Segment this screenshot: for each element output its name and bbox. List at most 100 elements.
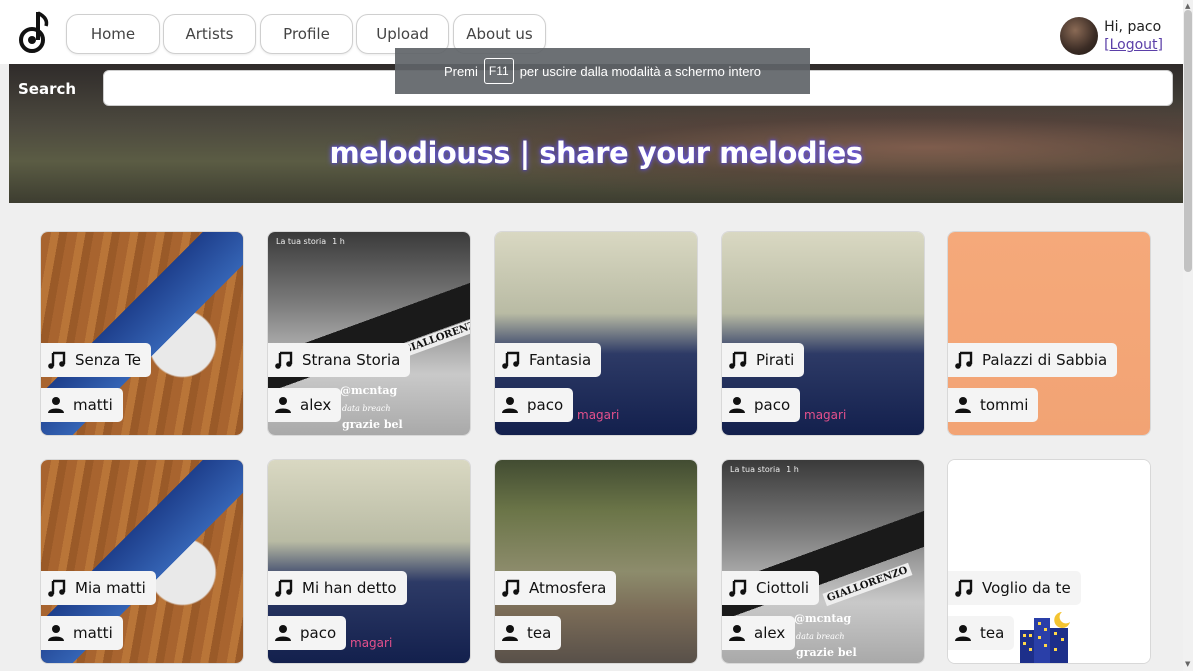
- music-note-icon: [48, 351, 66, 369]
- music-logo-icon[interactable]: [18, 10, 52, 54]
- story-line: data breach: [796, 632, 845, 641]
- person-icon: [275, 397, 291, 413]
- person-icon: [955, 625, 971, 641]
- song-title: Ciottoli: [756, 579, 810, 597]
- song-artist: tea: [527, 624, 552, 642]
- song-artist-chip[interactable]: matti: [41, 388, 123, 422]
- song-title-chip: Voglio da te: [948, 571, 1081, 605]
- music-note-icon: [955, 351, 973, 369]
- vertical-scrollbar[interactable]: ▲ ▼: [1183, 0, 1193, 671]
- person-icon: [502, 625, 518, 641]
- toast-key: F11: [483, 58, 514, 84]
- story-tag: @mcntag: [340, 384, 398, 397]
- song-card[interactable]: magari Pirati paco: [721, 231, 925, 436]
- toast-text-before: Premi: [443, 63, 478, 79]
- song-artist: paco: [300, 624, 337, 642]
- music-note-icon: [955, 579, 973, 597]
- song-artist: matti: [73, 624, 113, 642]
- hero-title: melodiouss | share your melodies: [329, 136, 863, 170]
- song-artist-chip[interactable]: tea: [495, 616, 562, 650]
- person-icon: [48, 397, 64, 413]
- person-icon: [275, 625, 291, 641]
- music-note-icon: [729, 351, 747, 369]
- song-card[interactable]: Palazzi di Sabbia tommi: [947, 231, 1151, 436]
- person-icon: [955, 397, 971, 413]
- page: Home Artists Profile Upload About us Hi,…: [0, 0, 1193, 671]
- song-title-chip: Atmosfera: [495, 571, 617, 605]
- user-greeting: Hi, paco: [1104, 19, 1162, 35]
- song-card[interactable]: La tua storia 1 h GIALLORENZO @mcntag da…: [721, 459, 925, 664]
- story-header: La tua storia 1 h: [722, 460, 924, 478]
- song-title-chip: Mi han detto: [268, 571, 407, 605]
- song-title: Atmosfera: [529, 579, 607, 597]
- song-artist-chip[interactable]: matti: [41, 616, 123, 650]
- song-artist: matti: [73, 396, 113, 414]
- story-caption: grazie bel: [796, 646, 857, 659]
- scroll-down-arrow-icon[interactable]: ▼: [1185, 660, 1190, 668]
- music-note-icon: [275, 579, 293, 597]
- nav-artists-button[interactable]: Artists: [163, 14, 256, 54]
- song-card[interactable]: magari Mi han detto paco: [267, 459, 471, 664]
- nav-profile-button[interactable]: Profile: [260, 14, 353, 54]
- scroll-thumb[interactable]: [1184, 10, 1192, 272]
- story-header-text: La tua storia: [276, 236, 327, 246]
- scroll-up-arrow-icon[interactable]: ▲: [1185, 2, 1190, 10]
- song-artist-chip[interactable]: tommi: [948, 388, 1039, 422]
- song-artist: tea: [980, 624, 1005, 642]
- music-note-icon: [729, 579, 747, 597]
- song-title: Mi han detto: [302, 579, 397, 597]
- song-artist: paco: [754, 396, 791, 414]
- nav-home-button[interactable]: Home: [66, 14, 160, 54]
- song-artist-chip[interactable]: paco: [722, 388, 801, 422]
- song-card[interactable]: Voglio da te tea: [947, 459, 1151, 664]
- song-title: Voglio da te: [982, 579, 1071, 597]
- song-title-chip: Pirati: [722, 343, 805, 377]
- person-icon: [48, 625, 64, 641]
- song-artist-chip[interactable]: alex: [268, 388, 342, 422]
- story-time: 1 h: [332, 236, 345, 246]
- song-card[interactable]: Mia matti matti: [40, 459, 244, 664]
- cover-caption: magari: [804, 408, 847, 422]
- song-card[interactable]: La tua storia 1 h GIALLORENZO @mcntag da…: [267, 231, 471, 436]
- song-title: Mia matti: [75, 579, 146, 597]
- story-line: data breach: [342, 404, 391, 413]
- song-artist: paco: [527, 396, 564, 414]
- avatar[interactable]: [1060, 17, 1099, 55]
- song-title-chip: Mia matti: [41, 571, 156, 605]
- song-artist-chip[interactable]: paco: [268, 616, 347, 650]
- song-card[interactable]: Atmosfera tea: [494, 459, 698, 664]
- story-time: 1 h: [786, 464, 799, 474]
- music-note-icon: [48, 579, 66, 597]
- song-title: Pirati: [756, 351, 795, 369]
- song-title-chip: Senza Te: [41, 343, 151, 377]
- music-note-icon: [502, 579, 520, 597]
- song-artist: alex: [754, 624, 786, 642]
- story-tag: @mcntag: [794, 612, 852, 625]
- music-note-icon: [502, 351, 520, 369]
- song-card[interactable]: Senza Te matti: [40, 231, 244, 436]
- song-artist-chip[interactable]: tea: [948, 616, 1015, 650]
- night-city-icon: [1020, 612, 1070, 663]
- song-title: Strana Storia: [302, 351, 401, 369]
- cover-caption: magari: [350, 636, 393, 650]
- person-icon: [729, 625, 745, 641]
- logout-link[interactable]: [Logout]: [1104, 36, 1163, 54]
- song-title-chip: Ciottoli: [722, 571, 820, 605]
- song-artist-chip[interactable]: paco: [495, 388, 574, 422]
- song-title-chip: Palazzi di Sabbia: [948, 343, 1118, 377]
- search-label: Search: [18, 80, 77, 98]
- song-title: Fantasia: [529, 351, 592, 369]
- user-menu: Hi, paco [Logout]: [1060, 16, 1163, 56]
- toast-text-after: per uscire dalla modalità a schermo inte…: [519, 63, 762, 79]
- song-artist: tommi: [980, 396, 1029, 414]
- song-title-chip: Fantasia: [495, 343, 602, 377]
- fullscreen-toast: Premi F11 per uscire dalla modalità a sc…: [395, 48, 810, 94]
- story-caption: grazie bel: [342, 418, 403, 431]
- music-note-icon: [275, 351, 293, 369]
- song-title: Palazzi di Sabbia: [982, 351, 1108, 369]
- story-header: La tua storia 1 h: [268, 232, 470, 250]
- song-card[interactable]: magari Fantasia paco: [494, 231, 698, 436]
- story-header-text: La tua storia: [730, 464, 781, 474]
- user-info: Hi, paco [Logout]: [1104, 18, 1163, 54]
- song-artist-chip[interactable]: alex: [722, 616, 796, 650]
